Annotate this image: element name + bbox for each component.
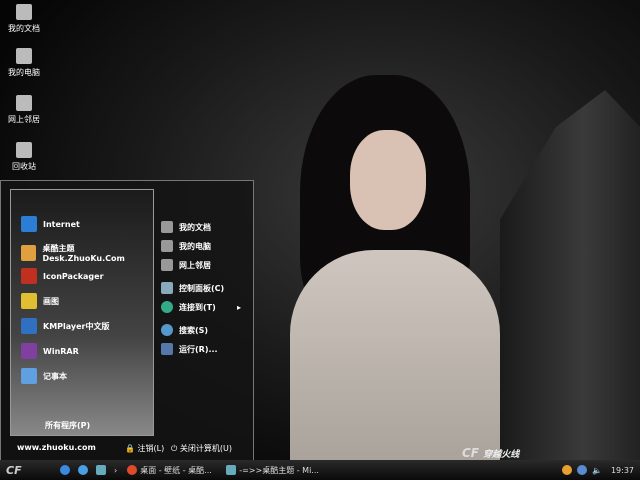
ie-icon	[21, 216, 37, 232]
task-button-theme[interactable]: -=>>桌酷主题 - Mi...	[226, 465, 319, 476]
start-menu: Internet 桌酷主题Desk.ZhuoKu.Com IconPackage…	[0, 180, 254, 462]
power-icon: ⏻	[171, 444, 178, 453]
run-icon	[161, 343, 173, 355]
tray-icon-2[interactable]	[576, 465, 587, 475]
menu-control-panel[interactable]: 控制面板(C)	[161, 282, 224, 294]
search-icon	[161, 324, 173, 336]
program-paint[interactable]: 画图	[21, 293, 59, 309]
iconpackager-icon	[21, 268, 37, 284]
program-kmplayer[interactable]: KMPlayer中文版	[21, 318, 110, 334]
lock-icon: 🔒	[125, 444, 135, 453]
my-computer-icon	[161, 240, 173, 252]
task-button-browser[interactable]: 桌面 - 壁纸 - 桌酷...	[127, 465, 222, 476]
menu-search[interactable]: 搜索(S)	[161, 324, 208, 336]
program-iconpackager[interactable]: IconPackager	[21, 268, 104, 284]
globe-icon	[161, 301, 173, 313]
logoff-button[interactable]: 🔒 注销(L)	[125, 443, 164, 454]
menu-my-documents[interactable]: 我的文档	[161, 221, 211, 233]
menu-my-computer[interactable]: 我的电脑	[161, 240, 211, 252]
kmplayer-icon	[21, 318, 37, 334]
network-icon	[161, 259, 173, 271]
quicklaunch-desktop[interactable]	[96, 465, 106, 475]
desktop-icon-my-documents[interactable]: 我的文档	[2, 4, 46, 34]
quicklaunch-browser[interactable]	[78, 465, 88, 475]
all-programs-button[interactable]: 所有程序(P)	[45, 420, 90, 431]
shutdown-button[interactable]: ⏻ 关闭计算机(U)	[171, 443, 232, 454]
website-link[interactable]: www.zhuoku.com	[17, 443, 96, 452]
recycle-bin-icon	[16, 142, 32, 158]
program-winrar[interactable]: WinRAR	[21, 343, 79, 359]
control-panel-icon	[161, 282, 173, 294]
program-zhuoku[interactable]: 桌酷主题Desk.ZhuoKu.Com	[21, 243, 153, 263]
network-tray-icon	[576, 465, 587, 475]
menu-network[interactable]: 网上邻居	[161, 259, 211, 271]
desktop-icon-my-computer[interactable]: 我的电脑	[2, 48, 46, 78]
quicklaunch-more[interactable]: ›	[114, 466, 117, 475]
browser-icon	[78, 465, 88, 475]
pinned-programs-pane: Internet 桌酷主题Desk.ZhuoKu.Com IconPackage…	[10, 189, 154, 436]
program-notepad[interactable]: 记事本	[21, 368, 67, 384]
paint-icon	[21, 293, 37, 309]
start-button[interactable]: CF	[6, 464, 38, 477]
my-computer-icon	[16, 48, 32, 64]
window-icon	[226, 465, 237, 475]
desktop-icon-recycle-bin[interactable]: 回收站	[2, 142, 46, 172]
menu-run[interactable]: 运行(R)...	[161, 343, 218, 355]
volume-icon: 🔈	[591, 465, 602, 475]
tray-app-icon	[561, 465, 572, 475]
taskbar: CF › 桌面 - 壁纸 - 桌酷... -=>>桌酷主题 - Mi... 🔈 …	[0, 460, 640, 480]
tray-volume[interactable]: 🔈	[592, 466, 602, 475]
clock[interactable]: 19:37	[611, 466, 634, 475]
tray-icon-1[interactable]	[561, 465, 572, 475]
network-icon	[16, 95, 32, 111]
chrome-icon	[127, 465, 138, 475]
winrar-icon	[21, 343, 37, 359]
desktop-icon-network[interactable]: 网上邻居	[2, 95, 46, 125]
system-tray: 🔈 19:37	[554, 465, 640, 475]
menu-connect-to[interactable]: 连接到(T) ▸	[161, 301, 241, 313]
wallpaper-body	[290, 250, 500, 460]
submenu-arrow-icon: ▸	[237, 302, 242, 312]
wallpaper-face	[350, 130, 426, 230]
quicklaunch-ie[interactable]	[60, 465, 70, 475]
zhuoku-icon	[21, 245, 37, 261]
notepad-icon	[21, 368, 37, 384]
wallpaper-building	[500, 90, 640, 460]
cf-logo: CF 穿越火线	[462, 446, 520, 460]
my-documents-icon	[161, 221, 173, 233]
ie-icon	[60, 465, 70, 475]
my-documents-icon	[16, 4, 32, 20]
show-desktop-icon	[96, 465, 106, 475]
program-internet[interactable]: Internet	[21, 216, 80, 232]
